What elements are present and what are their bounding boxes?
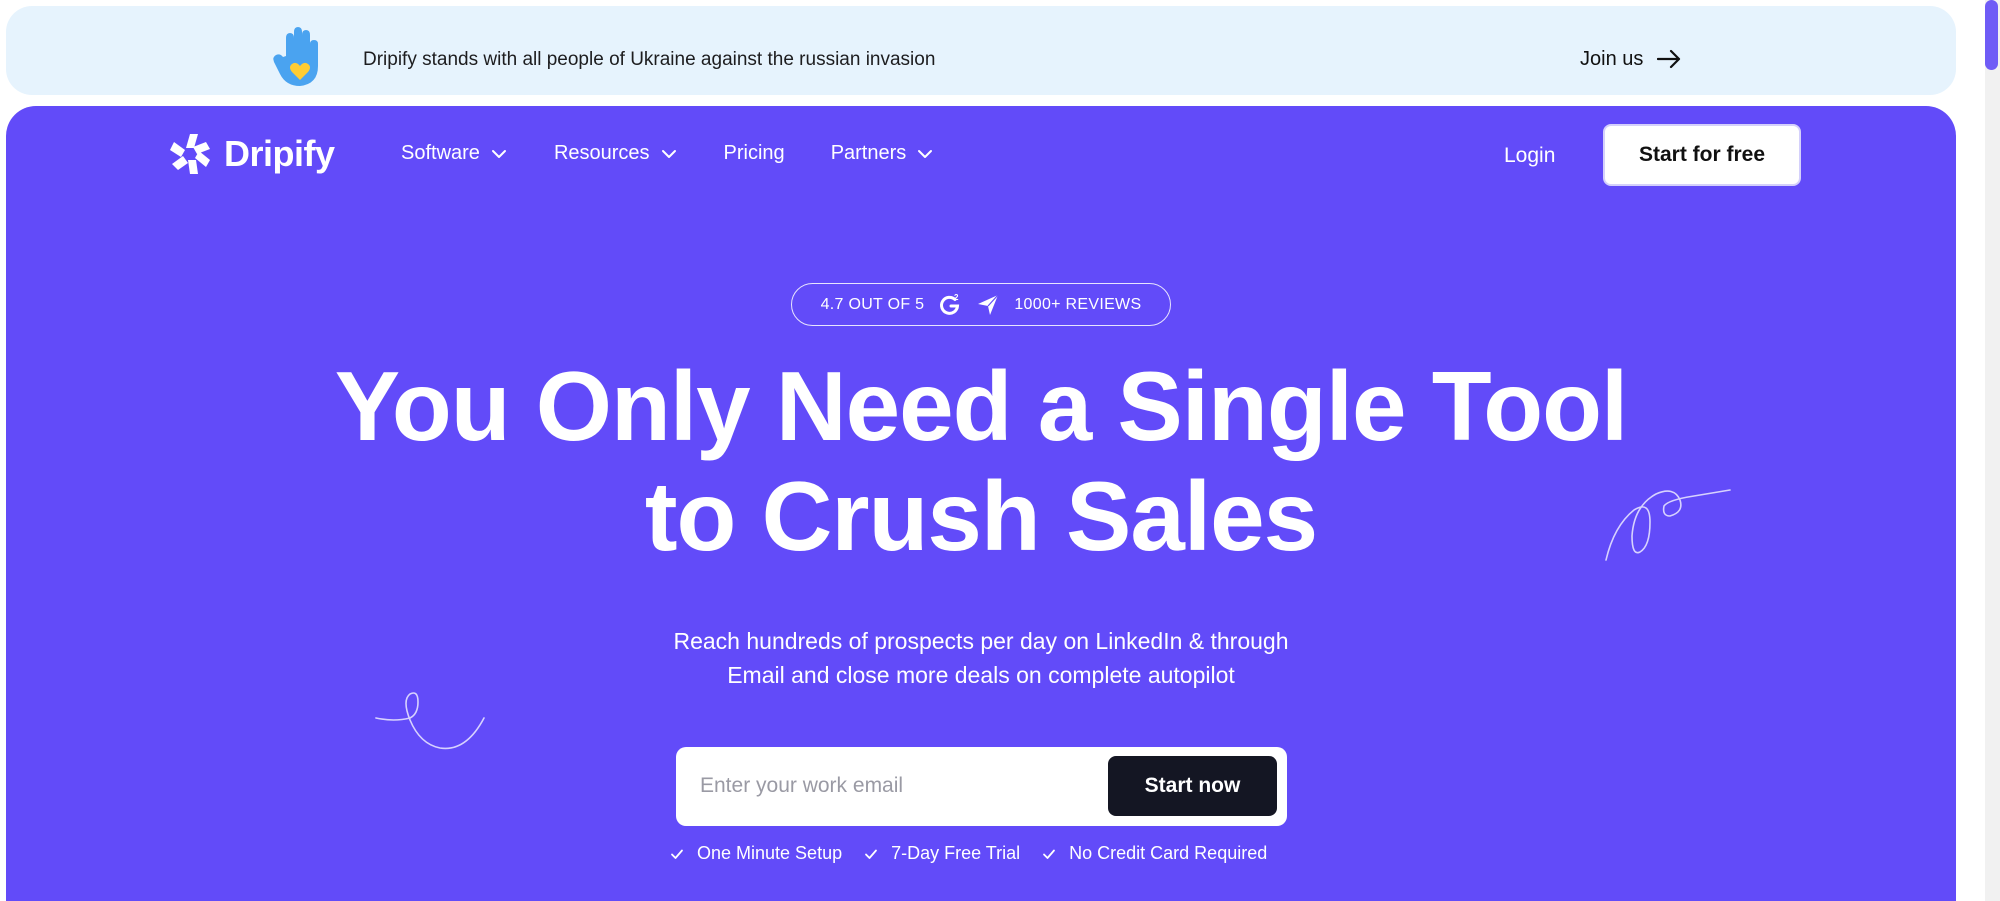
scrollbar-thumb[interactable] (1985, 0, 1998, 70)
nav-pricing[interactable]: Pricing (724, 142, 785, 165)
perk-item: One Minute Setup (670, 843, 842, 864)
perk-item: 7-Day Free Trial (864, 843, 1020, 864)
nav-resources[interactable]: Resources (554, 142, 678, 165)
subtitle-line-1: Reach hundreds of prospects per day on L… (673, 628, 1289, 654)
reviews-count: 1000+ REVIEWS (1014, 295, 1142, 313)
perk-label: One Minute Setup (697, 843, 843, 863)
perk-label: No Credit Card Required (1069, 843, 1268, 863)
nav-partners-label: Partners (830, 142, 907, 164)
main-nav: Software Resources Pricing Partners (401, 142, 980, 165)
nav-software-label: Software (401, 142, 480, 164)
check-icon (865, 849, 877, 859)
page-scrollbar[interactable] (1985, 0, 2000, 901)
svg-text:2: 2 (954, 293, 959, 302)
perks-list: One Minute Setup 7-Day Free Trial No Cre… (670, 843, 1267, 864)
ukraine-support-banner: Dripify stands with all people of Ukrain… (6, 6, 1956, 95)
headline-line-1: You Only Need a Single Tool (334, 351, 1629, 461)
dripify-logo-icon (170, 134, 210, 174)
email-signup-form: Start now (676, 747, 1287, 826)
arrow-right-icon (1657, 49, 1681, 69)
chevron-down-icon (661, 149, 676, 158)
start-for-free-button[interactable]: Start for free (1603, 124, 1801, 186)
work-email-input[interactable] (700, 765, 1100, 807)
g2-logo-icon: 2 (940, 293, 960, 315)
dripify-logo[interactable]: Dripify (166, 130, 335, 178)
nav-software[interactable]: Software (401, 142, 508, 165)
perk-label: 7-Day Free Trial (891, 843, 1021, 863)
decorative-squiggle-right (1605, 489, 1731, 561)
check-icon (1043, 849, 1056, 859)
join-us-link[interactable]: Join us (1580, 46, 1681, 72)
nav-partners[interactable]: Partners (831, 142, 935, 165)
start-now-button[interactable]: Start now (1108, 756, 1277, 816)
nav-pricing-label: Pricing (723, 142, 785, 164)
check-icon (671, 849, 683, 859)
capterra-arrow-icon (978, 294, 999, 315)
logo-text: Dripify (224, 133, 335, 174)
nav-resources-label: Resources (553, 142, 650, 164)
decorative-squiggle-left (375, 692, 485, 750)
banner-message: Dripify stands with all people of Ukrain… (363, 49, 936, 70)
headline-line-2: to Crush Sales (644, 461, 1318, 571)
chevron-down-icon (491, 149, 506, 158)
hero-subtitle: Reach hundreds of prospects per day on L… (6, 624, 1956, 692)
rating-badge: 4.7 OUT OF 5 2 1000+ REVIEWS (791, 283, 1171, 326)
join-us-label: Join us (1580, 47, 1644, 70)
login-link[interactable]: Login (1504, 144, 1555, 168)
hero-section: Dripify Software Resources Pricing Partn… (6, 106, 1956, 901)
subtitle-line-2: Email and close more deals on complete a… (727, 662, 1235, 688)
perk-item: No Credit Card Required (1042, 843, 1267, 864)
chevron-down-icon (918, 149, 933, 158)
raised-hand-heart-icon (272, 26, 322, 88)
rating-score: 4.7 OUT OF 5 (820, 295, 925, 313)
